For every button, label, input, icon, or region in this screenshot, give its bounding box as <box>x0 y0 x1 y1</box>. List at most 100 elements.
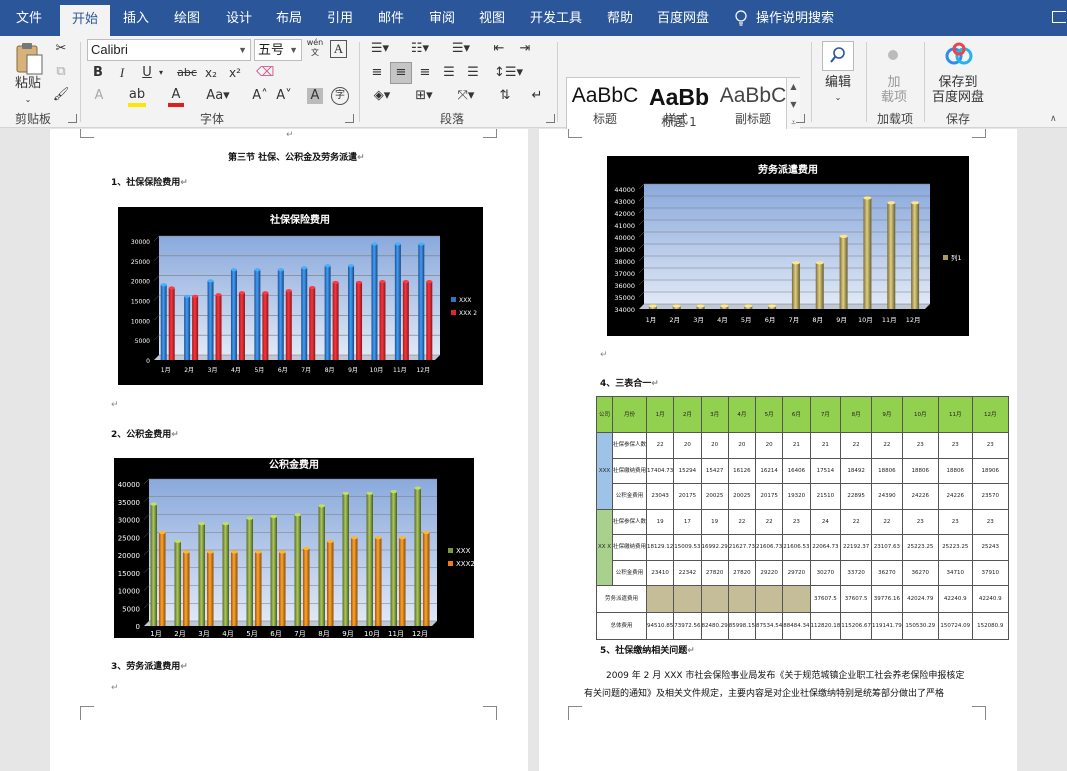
heading-social-insurance[interactable]: 1、社保保险费用↵ <box>111 175 188 188</box>
decrease-indent-icon[interactable]: ⇤ <box>490 40 508 58</box>
comments-icon[interactable] <box>1052 11 1066 23</box>
text-effects-icon[interactable]: A <box>90 87 108 105</box>
tab-layout[interactable]: 布局 <box>265 0 313 36</box>
shading-icon[interactable]: ◈▾ <box>368 87 396 105</box>
justify-icon[interactable]: ☰ <box>440 64 458 82</box>
line-spacing-icon[interactable]: ↕☰▾ <box>494 64 523 82</box>
chart-housing-fund[interactable]: 公积金费用 0 5000 10000 15000 20000 25000 30000 35000… <box>114 458 474 638</box>
chart-social-insurance[interactable]: 社保保险费用 0 5000 10000 15000 20000 25000 30000 1月 2月… <box>118 207 483 385</box>
multilevel-list-icon[interactable]: ☰▾ <box>448 40 474 58</box>
collapse-ribbon-icon[interactable]: ∧ <box>1050 114 1060 124</box>
bar-cap <box>150 502 157 506</box>
tab-file[interactable]: 文件 <box>0 0 58 36</box>
distributed-icon[interactable]: ☰ <box>464 64 482 82</box>
grow-font-icon[interactable]: A˄ <box>252 87 268 105</box>
table-row: 公积金费用 23410 22342 27820 27820 29220 29720 30270… <box>597 559 1009 586</box>
change-case-icon[interactable]: Aa▾ <box>206 87 230 105</box>
strikethrough-icon[interactable]: abc <box>176 64 198 82</box>
char-border-icon[interactable]: A <box>330 40 347 58</box>
tab-mailings[interactable]: 邮件 <box>366 0 416 36</box>
add-in-button-bottom[interactable]: 载项 <box>876 89 912 107</box>
gridline-depth <box>638 279 645 286</box>
shrink-font-icon[interactable]: A˅ <box>276 87 292 105</box>
table-cell: 27820 <box>727 559 757 586</box>
align-right-icon[interactable]: ≡ <box>416 64 434 82</box>
tab-insert[interactable]: 插入 <box>112 0 160 36</box>
heading-three-in-one[interactable]: 4、三表合一↵ <box>600 376 659 389</box>
tab-draw[interactable]: 绘图 <box>162 0 212 36</box>
x-tick-label: 11月 <box>388 630 404 638</box>
paragraph-launcher-icon[interactable] <box>546 114 555 123</box>
align-left-icon[interactable]: ≡ <box>368 64 386 82</box>
heading-social-payment-issues[interactable]: 5、社保缴纳相关问题↵ <box>600 643 695 656</box>
cut-icon[interactable]: ✂ <box>52 40 70 58</box>
style-heading-1[interactable]: AaBb 标题 1 <box>643 78 715 136</box>
body-paragraph-line[interactable]: 有关问题的通知》及相关文件规定，主要内容是对企业社保缴纳特别是统筹部分做出了严格 <box>584 686 944 699</box>
align-center-icon[interactable]: ≡ <box>390 62 412 84</box>
bullets-icon[interactable]: ☰▾ <box>368 40 392 58</box>
y-tick-label: 40000 <box>118 481 140 489</box>
tab-home[interactable]: 开始 <box>60 5 110 36</box>
find-icon[interactable] <box>822 41 854 71</box>
tab-design[interactable]: 设计 <box>214 0 264 36</box>
lightbulb-icon[interactable] <box>734 10 748 26</box>
superscript-icon[interactable]: x² <box>226 64 244 82</box>
save-to-netdisk-bottom[interactable]: 百度网盘 <box>930 89 986 107</box>
style-subtitle[interactable]: AaBbC 副标题 <box>717 78 789 136</box>
gridline-depth <box>143 585 150 591</box>
section-title[interactable]: 第三节 社保、公积金及劳务派遣↵ <box>228 150 365 163</box>
baidu-netdisk-icon[interactable] <box>944 42 974 68</box>
font-size-combo[interactable]: 五号 ▼ <box>254 39 302 61</box>
font-color-icon[interactable]: A <box>168 86 184 107</box>
tab-view[interactable]: 视图 <box>468 0 516 36</box>
sort-icon[interactable]: ⇅ <box>494 87 516 105</box>
numbering-icon[interactable]: ☷▾ <box>408 40 432 58</box>
tab-developer[interactable]: 开发工具 <box>520 0 592 36</box>
highlight-icon[interactable]: ab <box>128 86 146 107</box>
tab-baidu-netdisk[interactable]: 百度网盘 <box>648 0 718 36</box>
tell-me-search[interactable]: 操作说明搜索 <box>756 0 846 36</box>
bar <box>348 265 355 360</box>
chart-labor-dispatch[interactable]: 劳务派遣费用 34000 35000 36000 37000 38000 39000 4000… <box>607 156 969 336</box>
char-shading-icon[interactable]: A <box>307 88 323 104</box>
styles-launcher-icon[interactable] <box>796 114 805 123</box>
clipboard-launcher-icon[interactable] <box>68 114 77 123</box>
bold-icon[interactable]: B <box>90 64 106 82</box>
show-marks-icon[interactable]: ↵ <box>528 87 546 105</box>
styles-gallery[interactable]: AaBbC 标题 AaBb 标题 1 AaBbC 副标题 <box>566 77 800 137</box>
body-paragraph-line[interactable]: 2009 年 2 月 XXX 市社会保险事业局发布《关于规范城镇企业职工社会养老… <box>606 668 964 681</box>
enclose-char-icon[interactable]: 字 <box>331 87 349 105</box>
table-cell: 23 <box>937 508 973 535</box>
tab-references[interactable]: 引用 <box>315 0 365 36</box>
table-cell: 36270 <box>901 559 939 586</box>
table-header-cell: 3月 <box>700 396 729 433</box>
table-header-cell: 月份 <box>612 396 647 433</box>
style-title[interactable]: AaBbC 标题 <box>569 78 641 136</box>
underline-chevron-icon[interactable]: ▾ <box>156 64 166 82</box>
bar-cap <box>183 550 190 554</box>
phonetic-guide-icon[interactable]: wén 文 <box>305 38 325 57</box>
heading-housing-fund[interactable]: 2、公积金费用↵ <box>111 427 179 440</box>
clear-format-icon[interactable]: ⌫ <box>256 64 274 82</box>
bar-cap <box>231 550 238 554</box>
italic-icon[interactable]: I <box>114 64 130 82</box>
bar <box>168 287 175 360</box>
bar-cap <box>159 530 166 535</box>
paste-chevron-icon[interactable]: ⌄ <box>22 91 34 109</box>
tab-review[interactable]: 审阅 <box>418 0 466 36</box>
borders-icon[interactable]: ⊞▾ <box>410 87 438 105</box>
tab-help[interactable]: 帮助 <box>596 0 644 36</box>
paste-icon[interactable] <box>14 42 44 76</box>
chinese-layout-icon[interactable]: ⤧▾ <box>452 87 480 105</box>
font-name-combo[interactable]: Calibri ▼ <box>87 39 251 61</box>
subscript-icon[interactable]: x₂ <box>202 64 220 82</box>
underline-icon[interactable]: U <box>138 64 156 82</box>
copy-icon[interactable]: ⧉ <box>52 63 70 81</box>
styles-scroll[interactable]: ▲ ▼ ⩡ <box>786 78 800 136</box>
table-cell: 27820 <box>700 559 729 586</box>
heading-labor-dispatch[interactable]: 3、劳务派遣费用↵ <box>111 659 188 672</box>
format-painter-icon[interactable]: 🖌 <box>52 86 70 104</box>
editing-chevron-icon[interactable]: ⌄ <box>832 89 844 107</box>
increase-indent-icon[interactable]: ⇥ <box>516 40 534 58</box>
font-launcher-icon[interactable] <box>345 114 354 123</box>
